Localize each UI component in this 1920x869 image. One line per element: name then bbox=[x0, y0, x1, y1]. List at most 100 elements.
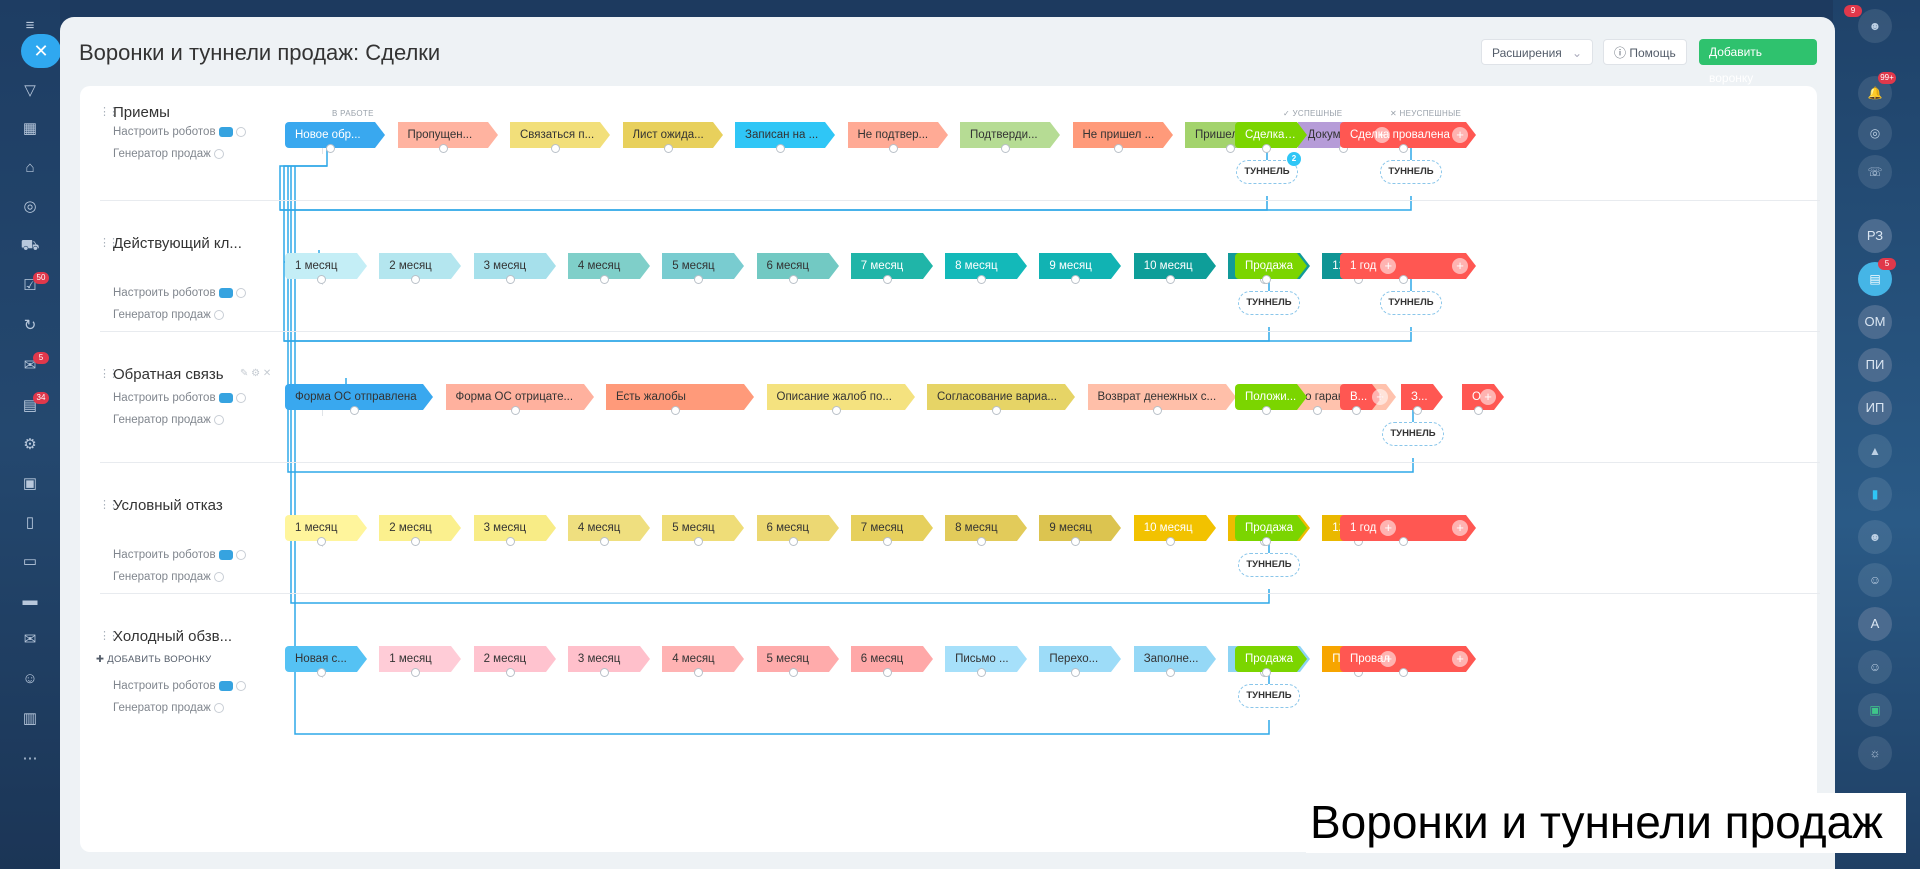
add-stage-icon[interactable]: + bbox=[1372, 389, 1388, 405]
more-icon[interactable]: ⋯ bbox=[19, 748, 41, 770]
stage[interactable]: 3 месяц bbox=[473, 253, 556, 284]
funnel-title[interactable]: Приемы bbox=[113, 104, 170, 121]
stage-connector[interactable] bbox=[1262, 406, 1271, 415]
configure-robots-link[interactable]: Настроить роботов bbox=[113, 392, 246, 404]
stage[interactable]: Заполне... bbox=[1133, 646, 1216, 677]
stage-connector[interactable] bbox=[788, 668, 798, 677]
stage[interactable]: Согласование вариа... bbox=[927, 384, 1075, 415]
stage-connector[interactable] bbox=[1399, 668, 1408, 677]
sales-generator-link[interactable]: Генератор продаж bbox=[113, 148, 224, 160]
avatar-ip[interactable]: ИП bbox=[1858, 391, 1892, 425]
file-icon[interactable]: ▯ bbox=[19, 512, 41, 534]
stage-connector[interactable] bbox=[505, 537, 515, 546]
stage-connector[interactable] bbox=[599, 275, 609, 284]
stage[interactable]: Перехо... bbox=[1039, 646, 1122, 677]
stage-connector[interactable] bbox=[788, 537, 798, 546]
success-stage[interactable]: Положи... bbox=[1235, 384, 1307, 415]
stage[interactable]: Возврат денежных с... bbox=[1087, 384, 1236, 415]
stage[interactable]: Связаться п... bbox=[510, 122, 610, 153]
target-icon[interactable]: ◎ bbox=[19, 196, 41, 218]
stage[interactable]: 7 месяц bbox=[850, 253, 933, 284]
help-icon[interactable] bbox=[213, 309, 224, 320]
stage-connector[interactable] bbox=[992, 406, 1001, 415]
fail-stage[interactable]: 1 год + bbox=[1340, 515, 1476, 546]
stage[interactable]: 1 месяц bbox=[379, 646, 462, 677]
stage-connector[interactable] bbox=[788, 275, 798, 284]
add-stage-icon[interactable]: + bbox=[1452, 258, 1468, 274]
stage[interactable]: Пропущен... bbox=[397, 122, 498, 153]
mail-icon[interactable]: ✉ bbox=[19, 629, 41, 651]
stage[interactable]: Подтверди... bbox=[960, 122, 1060, 153]
avatar-rz[interactable]: РЗ bbox=[1858, 219, 1892, 253]
drive-icon[interactable]: ▬ bbox=[19, 590, 41, 612]
help-icon[interactable] bbox=[235, 549, 246, 560]
cycle-icon[interactable]: ↻ bbox=[19, 315, 41, 337]
stage-connector[interactable] bbox=[551, 144, 560, 153]
stage[interactable]: 2 месяц bbox=[379, 253, 462, 284]
tunnel-node[interactable]: ТУННЕЛЬ bbox=[1238, 684, 1300, 708]
tunnel-node[interactable]: ТУННЕЛЬ bbox=[1380, 160, 1442, 184]
stage[interactable]: Письмо ... bbox=[945, 646, 1028, 677]
add-stage-icon[interactable]: + bbox=[1452, 127, 1468, 143]
stage-connector[interactable] bbox=[1152, 406, 1162, 415]
group-avatar[interactable]: ☼ bbox=[1858, 736, 1892, 770]
funnel-title[interactable]: Обратная связь bbox=[113, 366, 224, 383]
stage-connector[interactable] bbox=[1352, 406, 1361, 415]
funnel-title[interactable]: Условный отказ bbox=[113, 497, 223, 514]
stage[interactable]: 2 месяц bbox=[379, 515, 462, 546]
help-icon[interactable] bbox=[213, 571, 224, 582]
green-icon[interactable]: ▣ bbox=[1858, 693, 1892, 727]
stage-connector[interactable] bbox=[882, 275, 892, 284]
help-icon[interactable] bbox=[235, 287, 246, 298]
help-icon[interactable] bbox=[213, 414, 224, 425]
sales-generator-link[interactable]: Генератор продаж bbox=[113, 414, 224, 426]
help-icon[interactable] bbox=[235, 680, 246, 691]
bell-icon[interactable]: 🔔 99+ bbox=[1858, 72, 1896, 110]
stage[interactable]: Описание жалоб по... bbox=[766, 384, 915, 415]
stage[interactable]: Форма ОС отрицате... bbox=[445, 384, 594, 415]
stage-connector[interactable] bbox=[1262, 668, 1271, 677]
fail-stage[interactable]: Сделка провалена + bbox=[1340, 122, 1476, 153]
bot-avatar[interactable]: ☻ bbox=[1858, 520, 1892, 554]
person-avatar[interactable]: ☺ bbox=[1858, 563, 1892, 597]
stage[interactable]: 4 месяц bbox=[567, 515, 650, 546]
stage[interactable]: Есть жалобы bbox=[606, 384, 754, 415]
monitor-icon[interactable]: ▭ bbox=[19, 551, 41, 573]
avatar-om[interactable]: ОМ bbox=[1858, 305, 1892, 339]
stage[interactable]: 6 месяц bbox=[756, 515, 839, 546]
stage-connector[interactable] bbox=[888, 144, 898, 153]
help-icon[interactable] bbox=[213, 148, 224, 159]
stage-connector[interactable] bbox=[438, 144, 448, 153]
stage-connector[interactable] bbox=[1313, 406, 1322, 415]
tunnel-node[interactable]: ТУННЕЛЬ bbox=[1382, 422, 1444, 446]
stage[interactable]: 4 месяц bbox=[567, 253, 650, 284]
stage-connector[interactable] bbox=[1113, 144, 1123, 153]
avatar-pi[interactable]: ПИ bbox=[1858, 348, 1892, 382]
stage[interactable]: Форма ОС отправлена bbox=[285, 384, 433, 415]
stage-connector[interactable] bbox=[1226, 144, 1235, 153]
help-icon[interactable] bbox=[235, 126, 246, 137]
stage-connector[interactable] bbox=[599, 668, 609, 677]
stage-connector[interactable] bbox=[599, 537, 609, 546]
stage-connector[interactable] bbox=[326, 144, 335, 153]
add-funnel-button[interactable]: Добавить воронку bbox=[1699, 39, 1817, 85]
stage-connector[interactable] bbox=[510, 406, 520, 415]
cart-icon[interactable]: ⛟ bbox=[19, 235, 41, 257]
add-funnel-link[interactable]: ✚ ДОБАВИТЬ ВОРОНКУ bbox=[96, 654, 212, 665]
stage-connector[interactable] bbox=[1262, 144, 1271, 153]
stage-connector[interactable] bbox=[1399, 537, 1408, 546]
sales-generator-link[interactable]: Генератор продаж bbox=[113, 702, 224, 714]
chat-icon[interactable]: ▤ 5 bbox=[1858, 258, 1896, 296]
stage[interactable]: 8 месяц bbox=[945, 253, 1028, 284]
person2-avatar[interactable]: ☺ bbox=[1858, 650, 1892, 684]
stage[interactable]: Новая с... bbox=[285, 646, 367, 677]
channels-icon[interactable]: ◎ bbox=[1858, 116, 1892, 150]
stage-connector[interactable] bbox=[1001, 144, 1010, 153]
stage[interactable]: Не пришел ... bbox=[1072, 122, 1173, 153]
photo-avatar[interactable]: ▲ bbox=[1858, 434, 1892, 468]
sales-generator-link[interactable]: Генератор продаж bbox=[113, 571, 224, 583]
stage[interactable]: 2 месяц bbox=[473, 646, 556, 677]
settings-icon[interactable]: ⚙ bbox=[19, 434, 41, 456]
stage-connector[interactable] bbox=[1399, 275, 1408, 284]
configure-robots-link[interactable]: Настроить роботов bbox=[113, 126, 246, 138]
